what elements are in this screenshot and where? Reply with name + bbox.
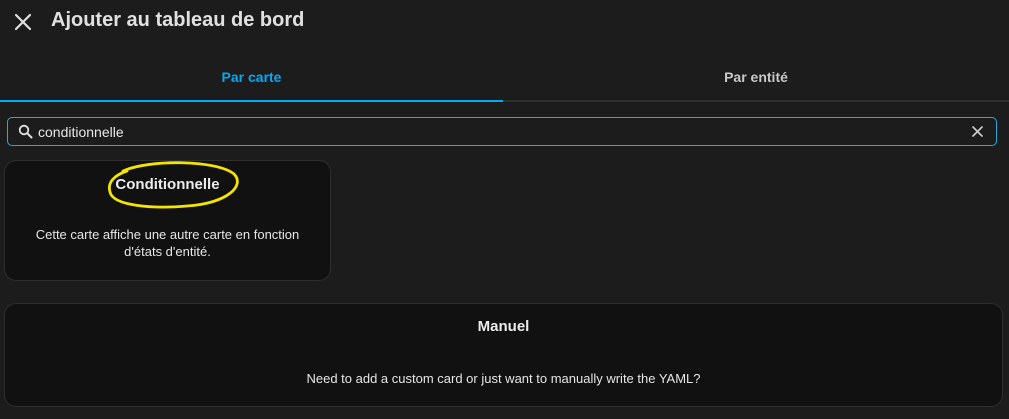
card-title: Conditionnelle — [115, 176, 220, 193]
card-description: Cette carte affiche une autre carte en f… — [35, 227, 300, 259]
tab-active-indicator — [0, 100, 503, 102]
card-description: Need to add a custom card or just want t… — [306, 371, 701, 386]
card-manuel[interactable]: Manuel Need to add a custom card or just… — [4, 303, 1003, 407]
tab-bar: Par carte Par entité — [0, 54, 1009, 102]
dialog-title: Ajouter au tableau de bord — [51, 9, 305, 31]
search-icon — [18, 124, 33, 139]
clear-icon[interactable] — [971, 125, 984, 138]
tab-par-entite[interactable]: Par entité — [503, 54, 1009, 102]
card-conditionnelle[interactable]: Conditionnelle Cette carte affiche une a… — [4, 160, 331, 281]
tab-par-carte[interactable]: Par carte — [0, 54, 503, 102]
search-field[interactable] — [7, 117, 997, 146]
card-title: Manuel — [477, 318, 530, 335]
dialog-header: Ajouter au tableau de bord — [0, 0, 1009, 44]
search-input[interactable] — [38, 121, 958, 142]
close-icon — [14, 13, 32, 31]
close-button[interactable] — [12, 11, 34, 33]
